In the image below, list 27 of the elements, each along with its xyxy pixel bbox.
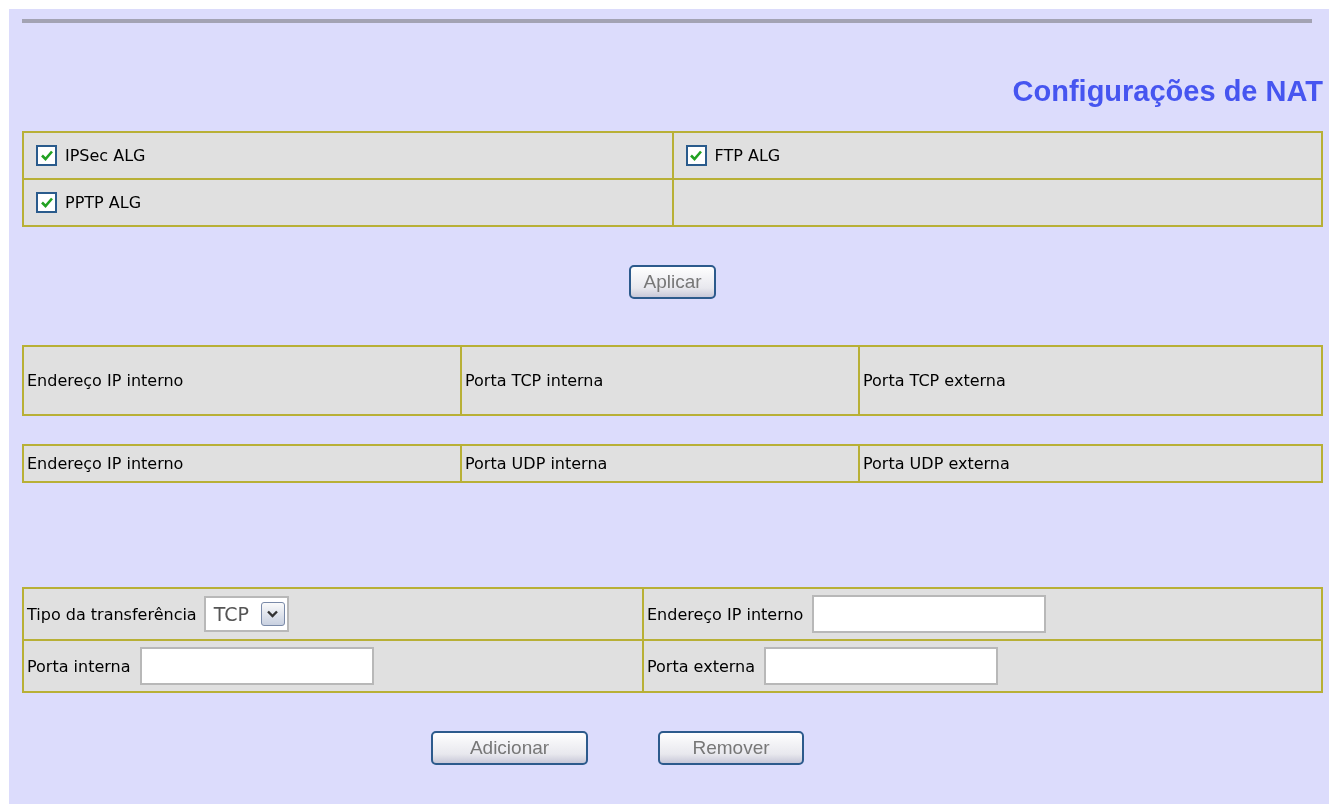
ip-address-field[interactable] bbox=[812, 595, 1047, 633]
check-icon bbox=[40, 150, 53, 161]
internal-port-field[interactable] bbox=[139, 647, 374, 685]
transfer-type-dropdown[interactable]: TCP bbox=[203, 596, 289, 632]
checkbox[interactable] bbox=[685, 145, 707, 166]
check-icon bbox=[40, 197, 53, 208]
apply-button[interactable]: Aplicar bbox=[629, 265, 716, 299]
check-icon bbox=[690, 150, 702, 161]
action-button[interactable]: Adicionar bbox=[431, 731, 588, 765]
checkbox-label: FTP ALG bbox=[714, 146, 781, 165]
column-header: Porta UDP externa bbox=[863, 454, 1010, 473]
column-header: Endereço IP interno bbox=[27, 371, 184, 390]
column-header: Porta TCP interna bbox=[465, 371, 604, 390]
checkbox-label: PPTP ALG bbox=[65, 193, 142, 212]
action-button[interactable]: Remover bbox=[658, 731, 804, 765]
field-label: Porta interna bbox=[27, 656, 131, 676]
checkbox[interactable] bbox=[36, 145, 57, 166]
field-label: Endereço IP interno bbox=[647, 604, 804, 624]
field-label: Porta externa bbox=[647, 656, 755, 676]
column-header: Porta TCP externa bbox=[863, 371, 1006, 390]
column-header: Porta UDP interna bbox=[465, 454, 608, 473]
checkbox-label: IPSec ALG bbox=[65, 146, 146, 165]
field-label: Tipo da transferência bbox=[27, 604, 197, 624]
external-port-field[interactable] bbox=[764, 647, 999, 685]
page-title: Configurações de NAT bbox=[1011, 75, 1323, 109]
column-header: Endereço IP interno bbox=[27, 454, 184, 473]
checkbox[interactable] bbox=[36, 192, 57, 213]
